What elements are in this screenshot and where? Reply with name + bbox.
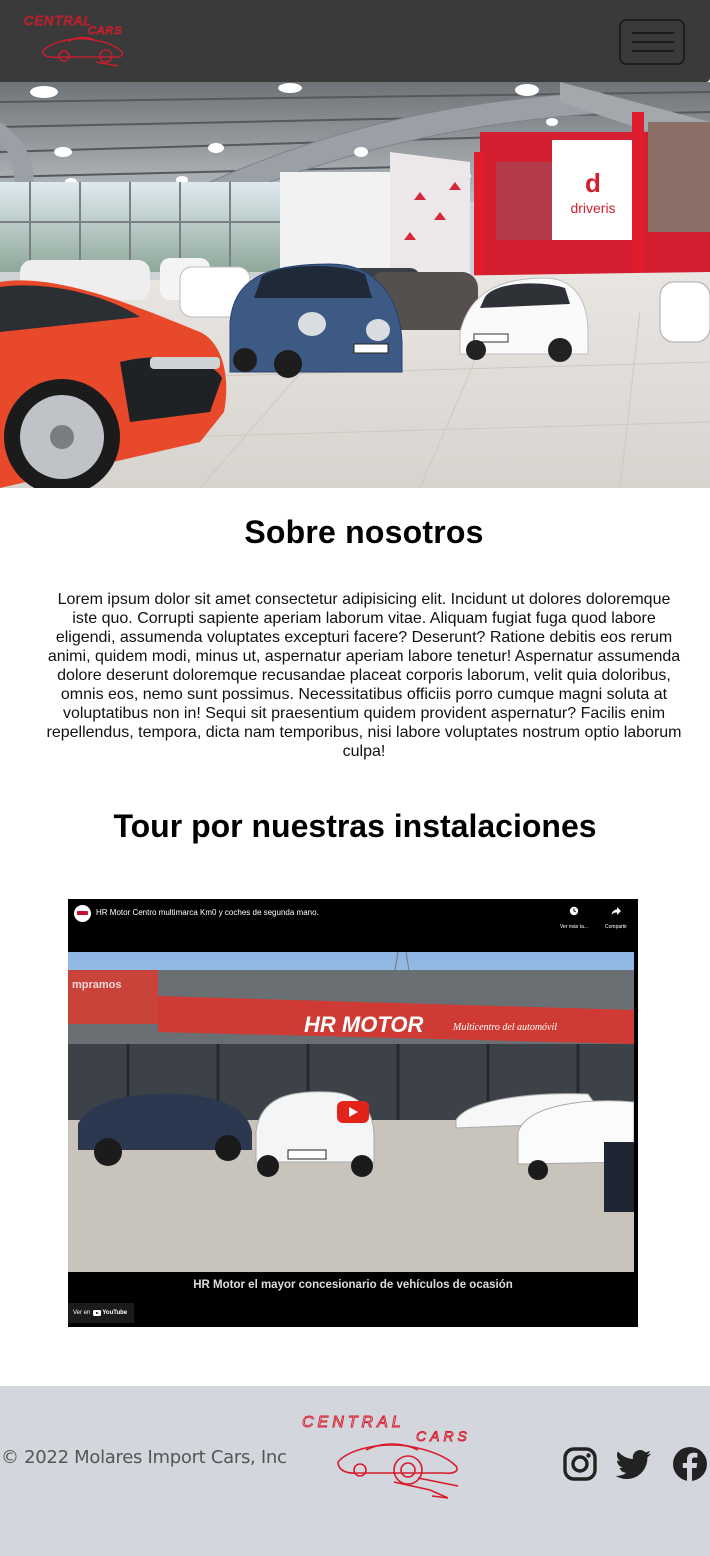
copyright-text: © 2022 Molares Import Cars, Inc [1,1447,287,1468]
footer: © 2022 Molares Import Cars, Inc CENTRAL … [0,1386,710,1556]
watch-later-button[interactable]: Ver más ta... [554,903,594,930]
share-button[interactable]: Compartir [598,903,634,930]
youtube-video-embed[interactable]: HR Motor Centro multimarca Km0 y coches … [68,899,638,1327]
youtube-logo: YouTube [93,1310,127,1316]
central-cars-footer-logo[interactable]: CENTRAL CARS [298,1412,518,1504]
watch-later-label: Ver más ta... [559,924,589,930]
share-arrow-icon [611,907,621,915]
footer-logo-text-central: CENTRAL [302,1414,405,1431]
watch-on-label: Ver en [73,1310,91,1316]
channel-avatar-icon[interactable] [74,905,91,922]
video-header: HR Motor Centro multimarca Km0 y coches … [68,899,638,952]
share-label: Compartir [605,924,627,930]
tour-title: Tour por nuestras instalaciones [113,808,597,844]
video-caption: HR Motor el mayor concesionario de vehíc… [193,1279,513,1291]
logo-text-central: CENTRAL [24,13,92,28]
about-title: Sobre nosotros [244,514,484,550]
menu-line [632,50,674,52]
menu-line [632,32,674,34]
svg-text:mpramos: mpramos [72,979,122,991]
navbar: CENTRAL CARS [0,0,710,82]
clock-icon [569,906,579,916]
storefront-subsign: Multicentro del automóvil [452,1022,557,1033]
driveris-sign: driveris [570,200,615,216]
youtube-label: YouTube [102,1310,128,1316]
storefront-sign: HR MOTOR [304,1012,423,1037]
hero-showroom-image: d driveris [0,82,710,488]
svg-text:d: d [585,168,601,198]
footer-logo-text-cars: CARS [416,1428,471,1444]
twitter-icon[interactable] [616,1446,652,1482]
youtube-play-icon [93,1310,102,1316]
about-paragraph: Lorem ipsum dolor sit amet consectetur a… [46,591,682,760]
facebook-icon[interactable] [672,1446,708,1482]
logo-text-cars: CARS [88,25,123,37]
play-button[interactable] [337,1101,369,1123]
menu-line [632,41,674,43]
video-title[interactable]: HR Motor Centro multimarca Km0 y coches … [96,908,319,917]
central-cars-logo[interactable]: CENTRAL CARS [22,12,154,70]
watch-on-youtube-button[interactable]: Ver en YouTube [68,1303,134,1323]
hamburger-menu-button[interactable] [619,19,685,65]
instagram-icon[interactable] [562,1446,598,1482]
